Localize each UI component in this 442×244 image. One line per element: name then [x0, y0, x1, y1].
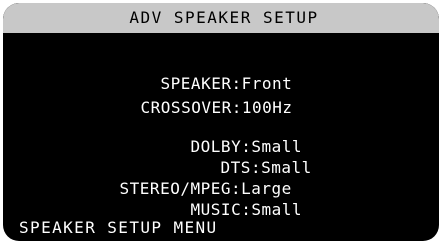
page-title: ADV SPEAKER SETUP [129, 8, 319, 27]
setting-label: CROSSOVER [140, 98, 232, 117]
setting-value: Small [251, 200, 303, 219]
footer-menu-label[interactable]: SPEAKER SETUP MENU [19, 220, 218, 236]
setting-value: 100Hz [241, 98, 293, 117]
osd-screen: ADV SPEAKER SETUP SPEAKER:Front CROSSOVE… [3, 3, 439, 241]
separator: : [241, 200, 252, 219]
setting-label: MUSIC [190, 200, 242, 219]
title-bar: ADV SPEAKER SETUP [3, 3, 439, 33]
separator: : [231, 98, 242, 117]
